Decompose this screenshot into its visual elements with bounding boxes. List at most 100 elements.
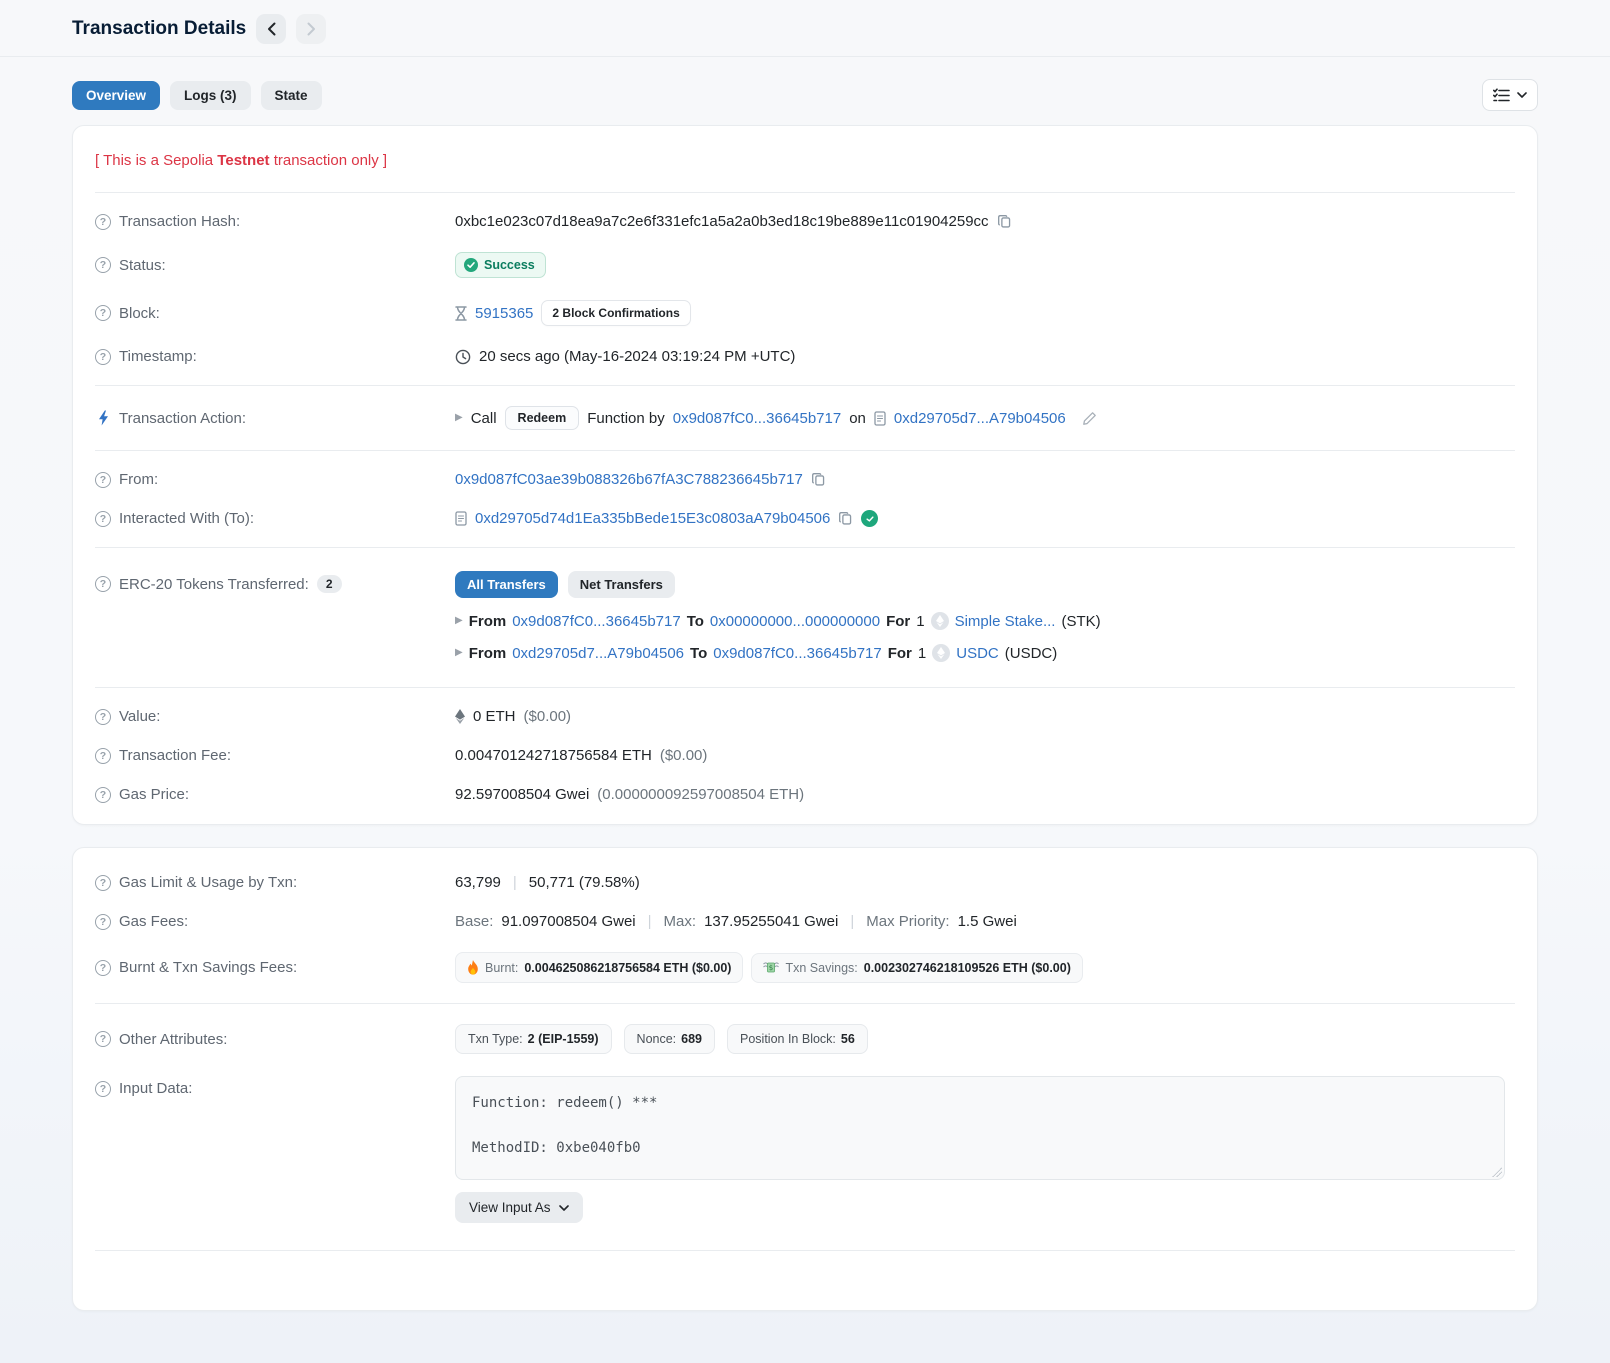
txn-type-chip: Txn Type: 2 (EIP-1559) bbox=[455, 1024, 612, 1054]
gas-fees-label: Gas Fees: bbox=[119, 913, 188, 930]
help-icon[interactable]: ? bbox=[95, 914, 111, 930]
txn-savings-badge: $ Txn Savings: 0.002302746218109526 ETH … bbox=[751, 953, 1082, 983]
timestamp-row: ? Timestamp: 20 secs ago (May-16-2024 03… bbox=[95, 337, 1515, 376]
copy-icon[interactable] bbox=[811, 472, 826, 487]
view-input-as-button[interactable]: View Input As bbox=[455, 1192, 583, 1223]
copy-icon[interactable] bbox=[997, 214, 1012, 229]
card-bottom-spacer bbox=[95, 1260, 1515, 1300]
details-card: ? Gas Limit & Usage by Txn: 63,799 | 50,… bbox=[72, 847, 1538, 1311]
position-in-block-chip: Position In Block: 56 bbox=[727, 1024, 868, 1054]
transaction-details-page: Transaction Details Overview Logs (3) St… bbox=[0, 0, 1610, 1363]
transaction-hash-row: ? Transaction Hash: 0xbc1e023c07d18ea9a7… bbox=[95, 202, 1515, 241]
input-data-container: Function: redeem() *** MethodID: 0xbe040… bbox=[455, 1076, 1505, 1180]
transaction-action-row: Transaction Action: ▶ Call Redeem Functi… bbox=[95, 395, 1515, 441]
help-icon[interactable]: ? bbox=[95, 1031, 111, 1047]
transfer-from-link[interactable]: 0xd29705d7...A79b04506 bbox=[512, 645, 684, 662]
burnt-fee-badge: Burnt: 0.004625086218756584 ETH ($0.00) bbox=[455, 952, 743, 983]
divider bbox=[95, 687, 1515, 688]
block-number-link[interactable]: 5915365 bbox=[475, 305, 533, 322]
erc20-label: ERC-20 Tokens Transferred: bbox=[119, 576, 309, 593]
page-header: Transaction Details bbox=[0, 0, 1610, 56]
edit-pencil-icon[interactable] bbox=[1082, 411, 1097, 426]
divider bbox=[95, 1250, 1515, 1251]
help-icon[interactable]: ? bbox=[95, 875, 111, 891]
tab-logs[interactable]: Logs (3) bbox=[170, 81, 251, 110]
input-data-textarea[interactable]: Function: redeem() *** MethodID: 0xbe040… bbox=[455, 1076, 1505, 1180]
header-divider bbox=[0, 56, 1610, 57]
from-label: From: bbox=[119, 471, 158, 488]
transfer-token-link[interactable]: Simple Stake... bbox=[955, 613, 1056, 630]
max-fee-value: 137.95255041 Gwei bbox=[704, 913, 838, 930]
help-icon[interactable]: ? bbox=[95, 1081, 111, 1097]
help-icon[interactable]: ? bbox=[95, 305, 111, 321]
transaction-fee-usd: ($0.00) bbox=[660, 747, 708, 764]
next-transaction-button[interactable] bbox=[296, 14, 326, 44]
transaction-fee-row: ? Transaction Fee: 0.004701242718756584 … bbox=[95, 736, 1515, 775]
value-usd: ($0.00) bbox=[524, 708, 572, 725]
clock-icon bbox=[455, 349, 471, 365]
action-on-text: on bbox=[849, 410, 866, 427]
transfer-to-link[interactable]: 0x9d087fC0...36645b717 bbox=[713, 645, 881, 662]
help-icon[interactable]: ? bbox=[95, 511, 111, 527]
testnet-warning: [ This is a Sepolia Testnet transaction … bbox=[95, 136, 1515, 183]
status-text: Success bbox=[484, 258, 535, 272]
chevron-left-icon bbox=[267, 22, 276, 36]
gas-limit-value: 63,799 bbox=[455, 874, 501, 891]
input-data-label: Input Data: bbox=[119, 1080, 192, 1097]
copy-icon[interactable] bbox=[838, 511, 853, 526]
chevron-down-icon bbox=[559, 1205, 569, 1211]
caret-right-icon[interactable]: ▶ bbox=[455, 648, 463, 658]
value-label: Value: bbox=[119, 708, 160, 725]
transaction-action-label: Transaction Action: bbox=[119, 410, 246, 427]
from-address-link[interactable]: 0x9d087fC03ae39b088326b67fA3C788236645b7… bbox=[455, 471, 803, 488]
transfer-to-link[interactable]: 0x00000000...000000000 bbox=[710, 613, 880, 630]
transfer-amount: 1 bbox=[918, 645, 926, 662]
action-method-chip[interactable]: Redeem bbox=[505, 406, 580, 430]
token-icon bbox=[932, 644, 950, 662]
caret-right-icon[interactable]: ▶ bbox=[455, 413, 463, 423]
tab-bar: Overview Logs (3) State bbox=[72, 79, 1538, 111]
to-address-link[interactable]: 0xd29705d74d1Ea335bBede15E3c0803aA79b045… bbox=[475, 510, 830, 527]
other-attributes-label: Other Attributes: bbox=[119, 1031, 227, 1048]
gas-usage-value: 50,771 (79.58%) bbox=[529, 874, 640, 891]
tab-all-transfers[interactable]: All Transfers bbox=[455, 571, 558, 598]
transaction-hash-label: Transaction Hash: bbox=[119, 213, 240, 230]
divider bbox=[95, 547, 1515, 548]
action-from-address-link[interactable]: 0x9d087fC0...36645b717 bbox=[673, 410, 841, 427]
help-icon[interactable]: ? bbox=[95, 472, 111, 488]
transfer-token-link[interactable]: USDC bbox=[956, 645, 999, 662]
burnt-savings-label: Burnt & Txn Savings Fees: bbox=[119, 959, 297, 976]
action-contract-link[interactable]: 0xd29705d7...A79b04506 bbox=[894, 410, 1066, 427]
max-priority-fee-value: 1.5 Gwei bbox=[958, 913, 1017, 930]
help-icon[interactable]: ? bbox=[95, 709, 111, 725]
block-confirmations-badge: 2 Block Confirmations bbox=[541, 300, 690, 326]
page-title: Transaction Details bbox=[72, 18, 246, 40]
checklist-icon bbox=[1493, 88, 1510, 102]
display-options-button[interactable] bbox=[1482, 79, 1538, 111]
tab-net-transfers[interactable]: Net Transfers bbox=[568, 571, 675, 598]
help-icon[interactable]: ? bbox=[95, 214, 111, 230]
txn-savings-value: 0.002302746218109526 ETH ($0.00) bbox=[864, 961, 1071, 975]
interacted-with-label: Interacted With (To): bbox=[119, 510, 254, 527]
tab-overview[interactable]: Overview bbox=[72, 81, 160, 110]
help-icon[interactable]: ? bbox=[95, 257, 111, 273]
transfer-amount: 1 bbox=[916, 613, 924, 630]
help-icon[interactable]: ? bbox=[95, 787, 111, 803]
help-icon[interactable]: ? bbox=[95, 349, 111, 365]
divider bbox=[95, 192, 1515, 193]
transaction-fee-value: 0.004701242718756584 ETH bbox=[455, 747, 652, 764]
help-icon[interactable]: ? bbox=[95, 748, 111, 764]
caret-right-icon[interactable]: ▶ bbox=[455, 616, 463, 626]
tab-state[interactable]: State bbox=[261, 81, 322, 110]
help-icon[interactable]: ? bbox=[95, 960, 111, 976]
gas-limit-row: ? Gas Limit & Usage by Txn: 63,799 | 50,… bbox=[95, 858, 1515, 902]
transfer-from-link[interactable]: 0x9d087fC0...36645b717 bbox=[512, 613, 680, 630]
lightning-icon bbox=[95, 410, 111, 426]
previous-transaction-button[interactable] bbox=[256, 14, 286, 44]
transfer-row: ▶ From 0x9d087fC0...36645b717 To 0x00000… bbox=[455, 612, 1101, 630]
contract-file-icon bbox=[874, 411, 886, 426]
svg-text:$: $ bbox=[769, 964, 773, 972]
status-badge: Success bbox=[455, 252, 546, 278]
help-icon[interactable]: ? bbox=[95, 576, 111, 592]
erc20-count-badge: 2 bbox=[317, 575, 342, 593]
